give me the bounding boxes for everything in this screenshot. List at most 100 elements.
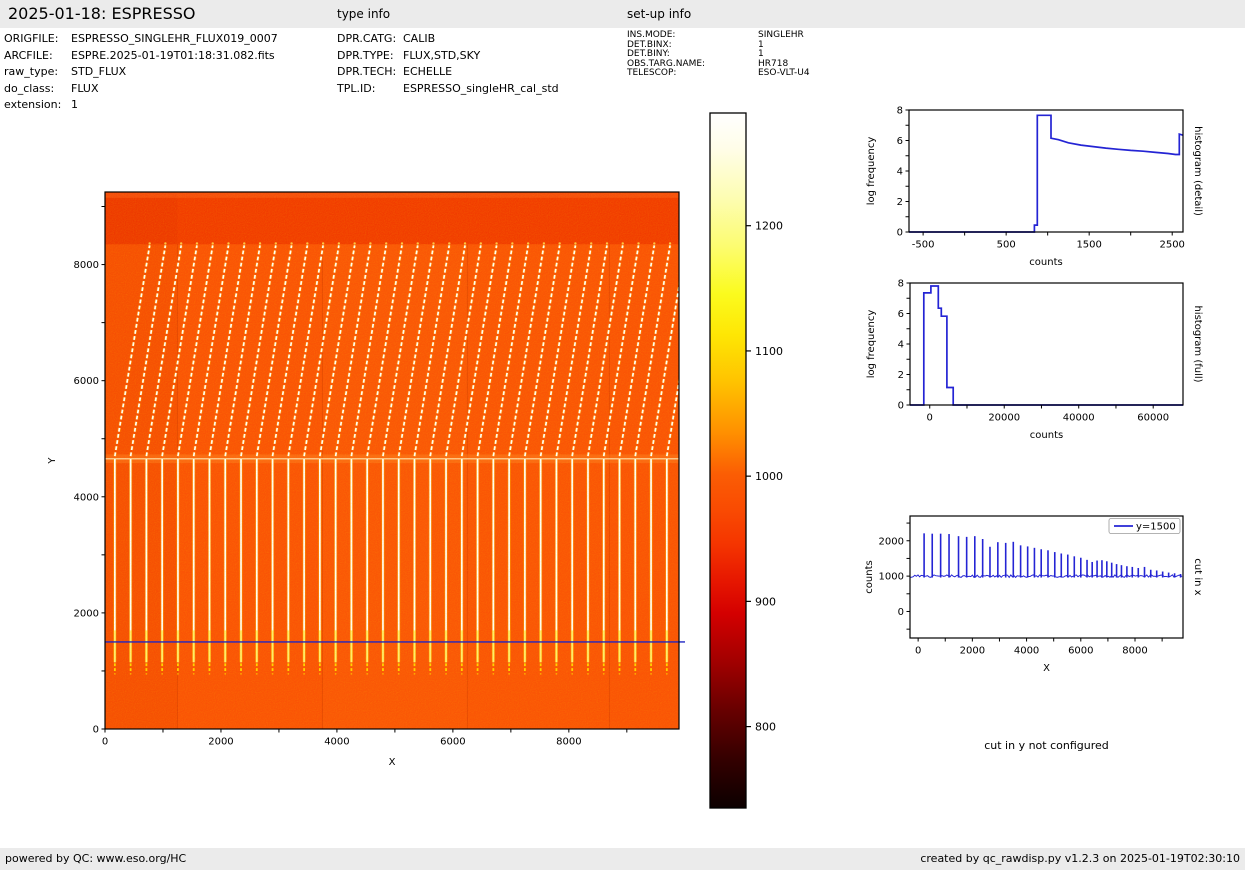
file-info-label: ORIGFILE: xyxy=(4,32,59,45)
y-tick-label: 4 xyxy=(897,167,903,178)
plot-frame xyxy=(909,515,1184,639)
x-tick-label: 4000 xyxy=(1014,646,1039,657)
histogram-curve xyxy=(910,285,1183,406)
file-info-row: extension: 1 xyxy=(4,97,278,114)
y-tick-label: 8 xyxy=(897,106,903,117)
type-info-block: DPR.CATG: CALIB DPR.TYPE: FLUX,STD,SKY DPR.T… xyxy=(337,31,559,97)
y-tick-label: 4000 xyxy=(74,492,99,503)
y-tick-label: 6 xyxy=(898,309,904,320)
type-info-row: DPR.CATG: CALIB xyxy=(337,31,559,48)
plot-frame xyxy=(908,109,1184,233)
type-info-heading: type info xyxy=(337,7,391,21)
setup-info-value: ESO-VLT-U4 xyxy=(758,68,810,79)
setup-info-row: TELESCOP: ESO-VLT-U4 xyxy=(627,69,810,79)
setup-info-value: HR718 xyxy=(758,58,789,69)
type-info-row: DPR.TECH: ECHELLE xyxy=(337,64,559,81)
type-info-label: TPL.ID: xyxy=(337,81,376,95)
type-info-value: FLUX,STD,SKY xyxy=(403,48,481,62)
x-tick-label: 8000 xyxy=(1122,646,1147,657)
type-info-label: DPR.TYPE: xyxy=(337,48,394,62)
type-info-row: TPL.ID: ESPRESSO_singleHR_cal_std xyxy=(337,81,559,98)
x-tick-label: 500 xyxy=(997,240,1016,251)
setup-info-value: SINGLEHR xyxy=(758,30,804,40)
cut-in-y-note: cut in y not configured xyxy=(984,739,1109,752)
y-tick-label: 1000 xyxy=(879,572,904,583)
y-tick-label: 6000 xyxy=(74,376,99,387)
type-info-label: DPR.TECH: xyxy=(337,65,397,79)
right-axis-label: cut in x xyxy=(1192,558,1203,595)
x-axis-label: X xyxy=(1043,663,1050,674)
file-info-row: do_class: FLUX xyxy=(4,81,278,98)
stripe-top-tip xyxy=(685,242,687,244)
y-tick-label: 0 xyxy=(898,607,904,618)
right-axis-label: histogram (full) xyxy=(1192,305,1203,382)
x-tick-label: 6000 xyxy=(440,737,465,748)
y-tick-label: 0 xyxy=(897,228,903,239)
x-tick-label: 0 xyxy=(915,646,921,657)
y-tick-label: 2000 xyxy=(74,608,99,619)
footer-created-by: created by qc_rawdisp.py v1.2.3 on 2025-… xyxy=(920,852,1240,865)
x-tick-label: 2500 xyxy=(1159,240,1184,251)
x-axis-label: X xyxy=(389,757,396,768)
x-tick-label: 2000 xyxy=(208,737,233,748)
image-grain xyxy=(105,192,679,729)
setup-info-heading: set-up info xyxy=(627,7,692,21)
x-tick-label: 0 xyxy=(927,413,933,424)
colorbar-tick-label: 900 xyxy=(755,595,776,608)
file-info-label: do_class: xyxy=(4,81,55,95)
y-tick-label: 2 xyxy=(897,197,903,208)
file-info-block: ORIGFILE: ESPRESSO_SINGLEHR_FLUX019_0007 A… xyxy=(4,31,278,114)
setup-info-value: 1 xyxy=(758,39,764,50)
y-tick-label: 0 xyxy=(898,401,904,412)
main-detector-image-plot: 0 2000 4000 6000 8000 0 2000 4000 6000 8000 X Y xyxy=(47,191,687,768)
footer-bar: powered by QC: www.eso.org/HC created by… xyxy=(0,848,1245,870)
file-info-row: raw_type: STD_FLUX xyxy=(4,64,278,81)
y-axis-label: log frequency xyxy=(866,310,877,379)
x-tick-label: 60000 xyxy=(1137,413,1169,424)
axes: -500 500 1500 2500 0 2 4 6 8 xyxy=(897,106,1185,251)
setup-info-label: TELESCOP: xyxy=(627,68,677,79)
x-tick-label: 6000 xyxy=(1068,646,1093,657)
histogram-full-plot: 0 20000 40000 60000 0 2 4 6 8 counts log frequency… xyxy=(866,279,1203,442)
file-info-value: 1 xyxy=(71,98,78,112)
y-axis-label: Y xyxy=(47,457,58,465)
y-axis-label: log frequency xyxy=(866,137,877,206)
x-tick-label: 1500 xyxy=(1076,240,1101,251)
colorbar-tick-label: 1000 xyxy=(755,470,783,483)
cut-in-x-plot: 0 2000 4000 6000 8000 0 1000 2000 Xcounts cut in … xyxy=(864,515,1203,674)
axes: 0 2000 4000 6000 8000 0 1000 2000 xyxy=(879,522,1163,657)
setup-info-value: 1 xyxy=(758,49,764,60)
x-tick-label: 0 xyxy=(102,737,108,748)
x-tick-label: 2000 xyxy=(960,646,985,657)
x-tick-label: 8000 xyxy=(556,737,581,748)
detector-image xyxy=(105,192,687,729)
y-tick-label: 2000 xyxy=(879,536,904,547)
file-info-label: raw_type: xyxy=(4,65,59,79)
type-info-row: DPR.TYPE: FLUX,STD,SKY xyxy=(337,48,559,65)
top-header-bar: 2025-01-18: ESPRESSO type info set-up in… xyxy=(0,0,1245,28)
colorbar: 1200 1100 1000 900 800 xyxy=(709,112,783,809)
legend-label: y=1500 xyxy=(1136,522,1176,533)
histogram-detail-plot: -500 500 1500 2500 0 2 4 6 8 counts log frequency h… xyxy=(866,106,1203,269)
x-axis-label: counts xyxy=(1030,430,1063,441)
cut-baseline xyxy=(909,574,1183,579)
x-tick-label: 40000 xyxy=(1063,413,1095,424)
file-info-row: ORIGFILE: ESPRESSO_SINGLEHR_FLUX019_0007 xyxy=(4,31,278,48)
colorbar-tick-label: 1100 xyxy=(755,345,783,358)
file-info-value: ESPRESSO_SINGLEHR_FLUX019_0007 xyxy=(71,32,278,45)
colorbar-gradient xyxy=(710,113,746,808)
legend: y=1500 xyxy=(1108,518,1181,534)
file-info-value: STD_FLUX xyxy=(71,65,127,79)
y-tick-label: 6 xyxy=(897,136,903,147)
file-info-label: ARCFILE: xyxy=(4,48,53,62)
page-title: 2025-01-18: ESPRESSO xyxy=(8,4,196,23)
x-axis-label: counts xyxy=(1029,257,1062,268)
file-info-value: FLUX xyxy=(71,81,99,95)
right-axis-label: histogram (detail) xyxy=(1192,126,1203,216)
footer-powered-by: powered by QC: www.eso.org/HC xyxy=(5,852,187,865)
y-tick-label: 0 xyxy=(93,725,99,736)
x-tick-label: -500 xyxy=(912,240,935,251)
colorbar-tick-label: 800 xyxy=(755,721,776,734)
type-info-label: DPR.CATG: xyxy=(337,32,397,45)
x-tick-label: 20000 xyxy=(988,413,1020,424)
